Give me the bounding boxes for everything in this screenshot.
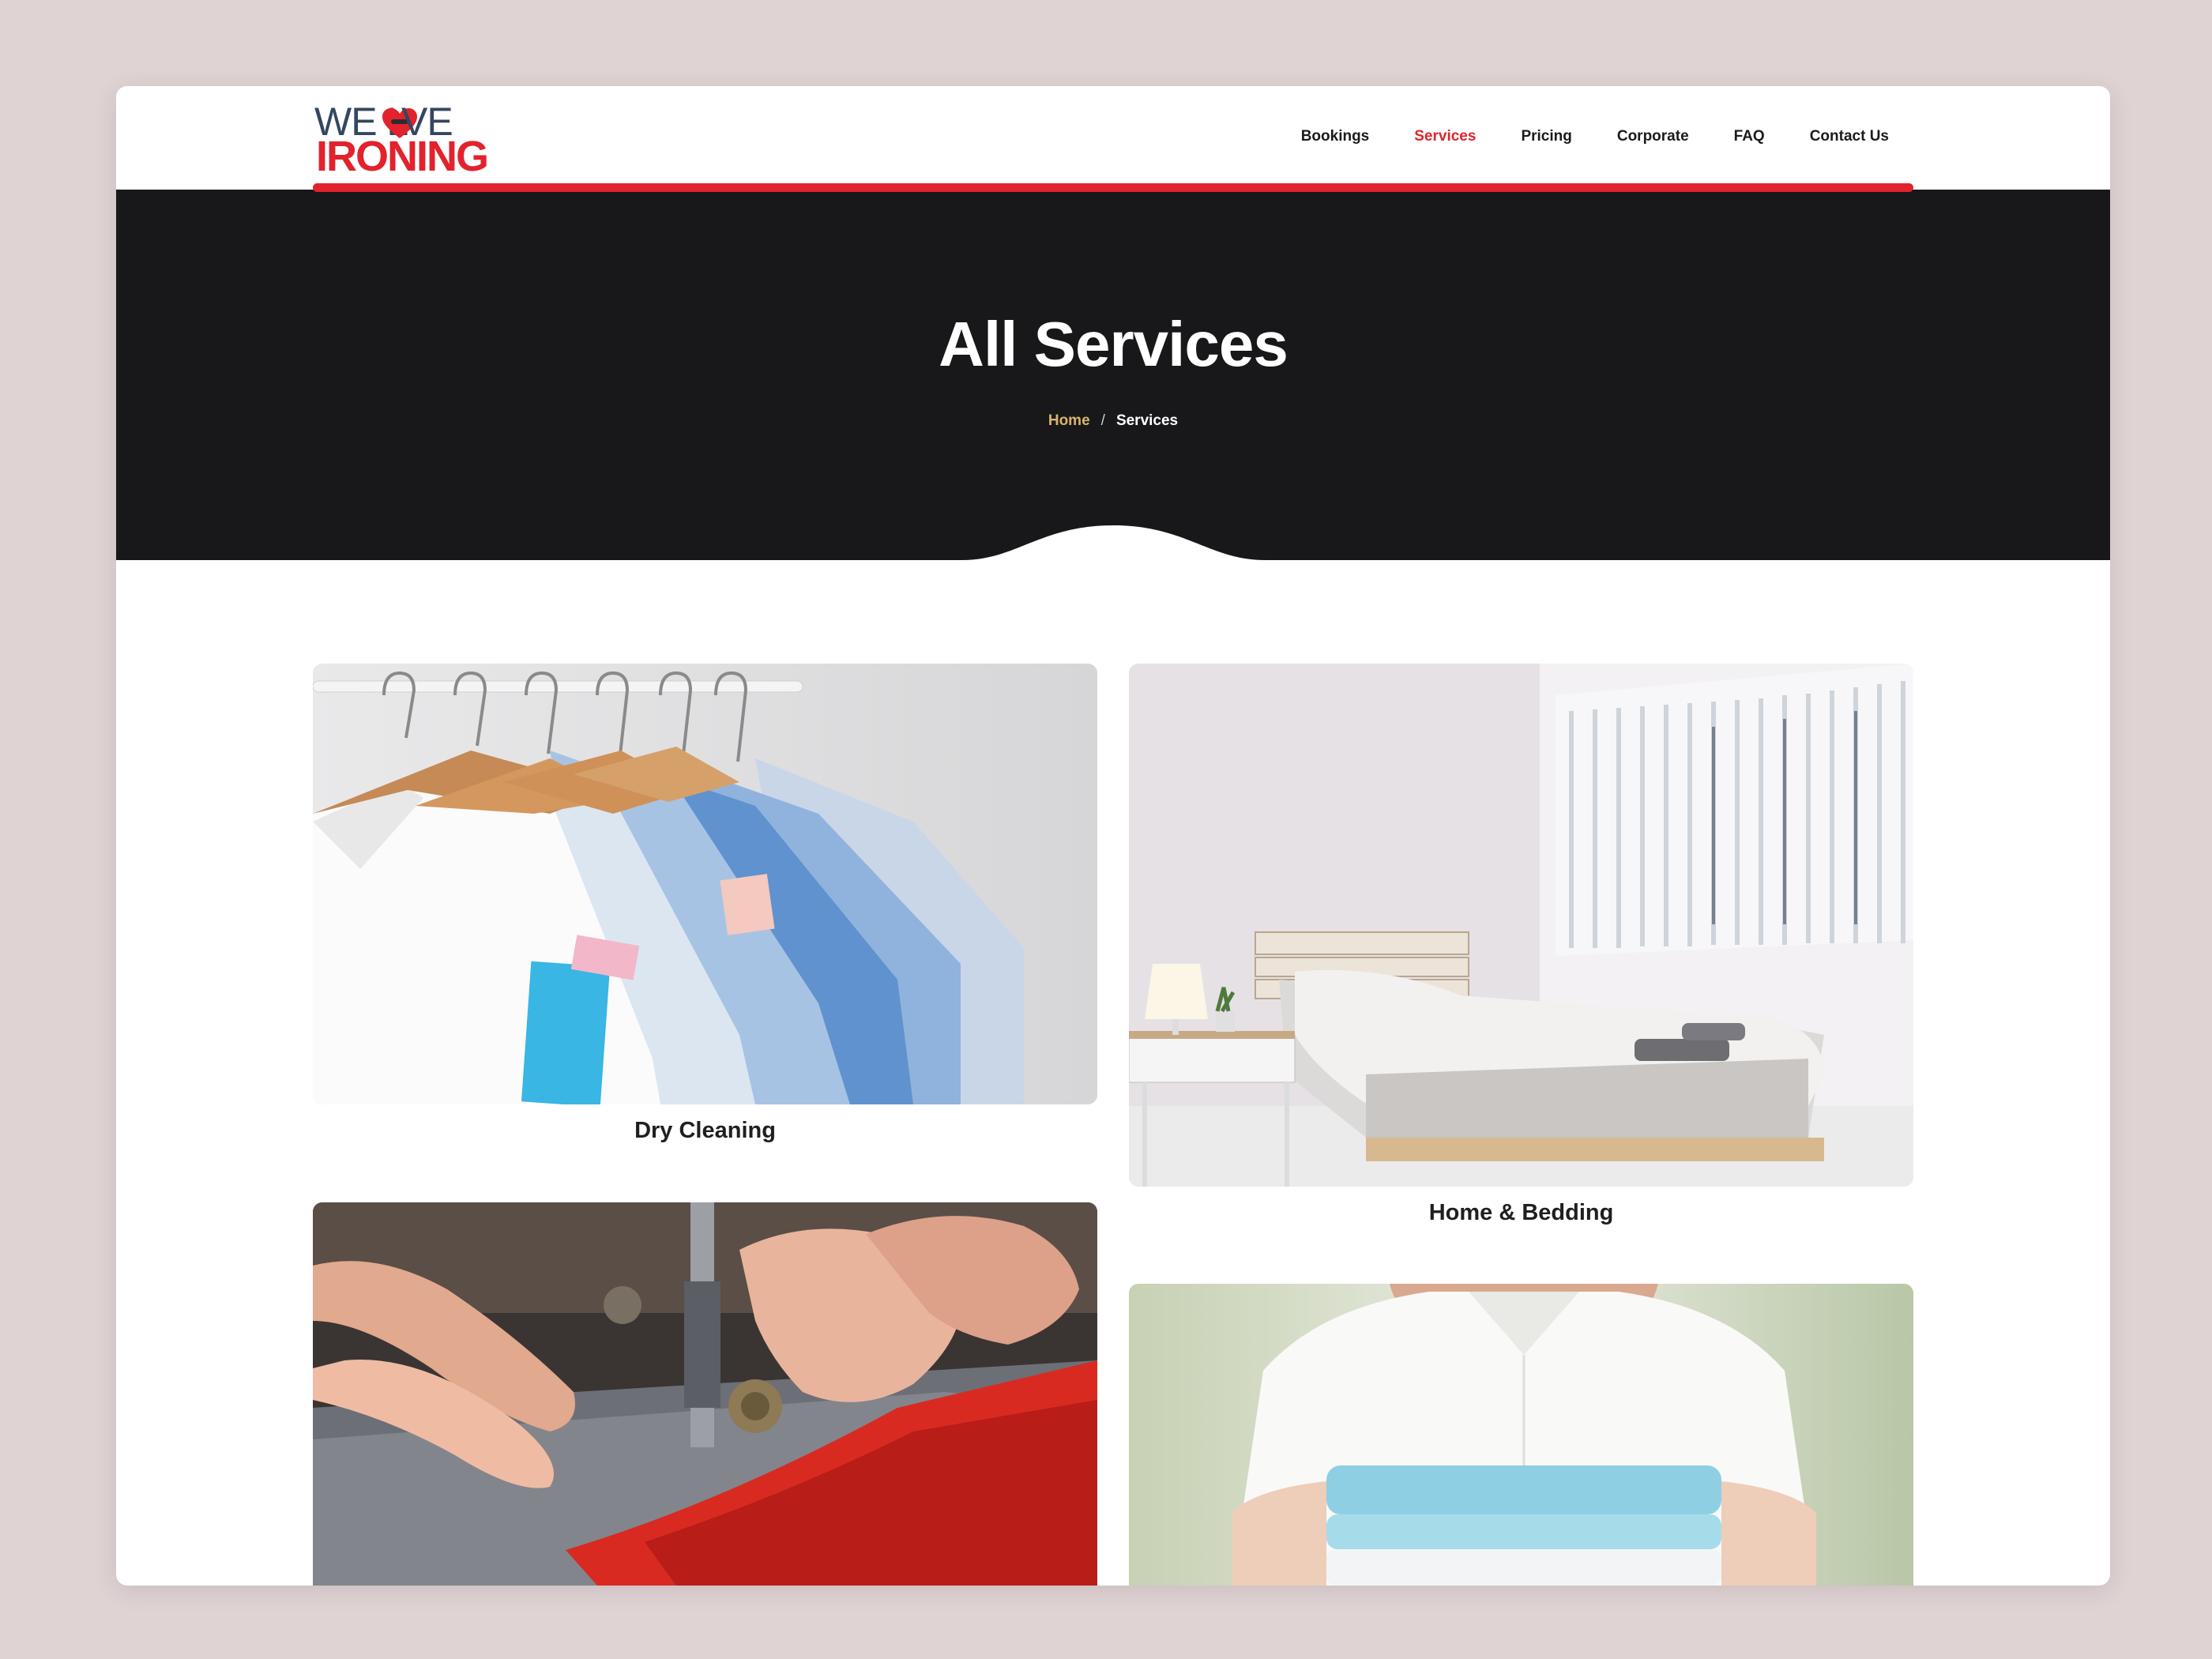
service-title-dry-cleaning[interactable]: Dry Cleaning (313, 1118, 1097, 1144)
bedroom-illustration (1129, 664, 1913, 1187)
shirts-on-hangers-illustration (313, 664, 1097, 1104)
sewing-machine-illustration (313, 1202, 1097, 1586)
logo-text-ironing: IRONING (316, 133, 489, 180)
nav-corporate[interactable]: Corporate (1617, 128, 1689, 145)
breadcrumb-home-link[interactable]: Home (1048, 412, 1090, 429)
browser-page: WE L VE IRONING Bookings Services Pricin… (116, 86, 2110, 1586)
header-accent-bar (313, 183, 1913, 192)
service-title-home-bedding[interactable]: Home & Bedding (1129, 1200, 1913, 1226)
nav-bookings[interactable]: Bookings (1301, 128, 1370, 145)
nav-contact-us[interactable]: Contact Us (1810, 128, 1889, 145)
site-header: WE L VE IRONING Bookings Services Pricin… (116, 86, 2110, 190)
nav-pricing[interactable]: Pricing (1521, 128, 1571, 145)
nav-faq[interactable]: FAQ (1734, 128, 1765, 145)
breadcrumb-current: Services (1115, 412, 1179, 429)
hero-wave-divider (116, 495, 2110, 562)
breadcrumb-separator: / (1100, 412, 1105, 429)
main-nav: Bookings Services Pricing Corporate FAQ … (1256, 128, 1889, 145)
breadcrumb: Home / Services (116, 412, 2110, 430)
page-title: All Services (939, 309, 1288, 379)
nav-services[interactable]: Services (1414, 128, 1476, 145)
site-logo[interactable]: WE L VE IRONING (314, 102, 489, 178)
service-image-laundry[interactable] (1129, 1284, 1913, 1586)
service-image-alterations[interactable] (313, 1202, 1097, 1586)
folded-linens-illustration (1129, 1284, 1913, 1586)
service-image-home-bedding[interactable] (1129, 664, 1913, 1187)
service-image-dry-cleaning[interactable] (313, 664, 1097, 1104)
